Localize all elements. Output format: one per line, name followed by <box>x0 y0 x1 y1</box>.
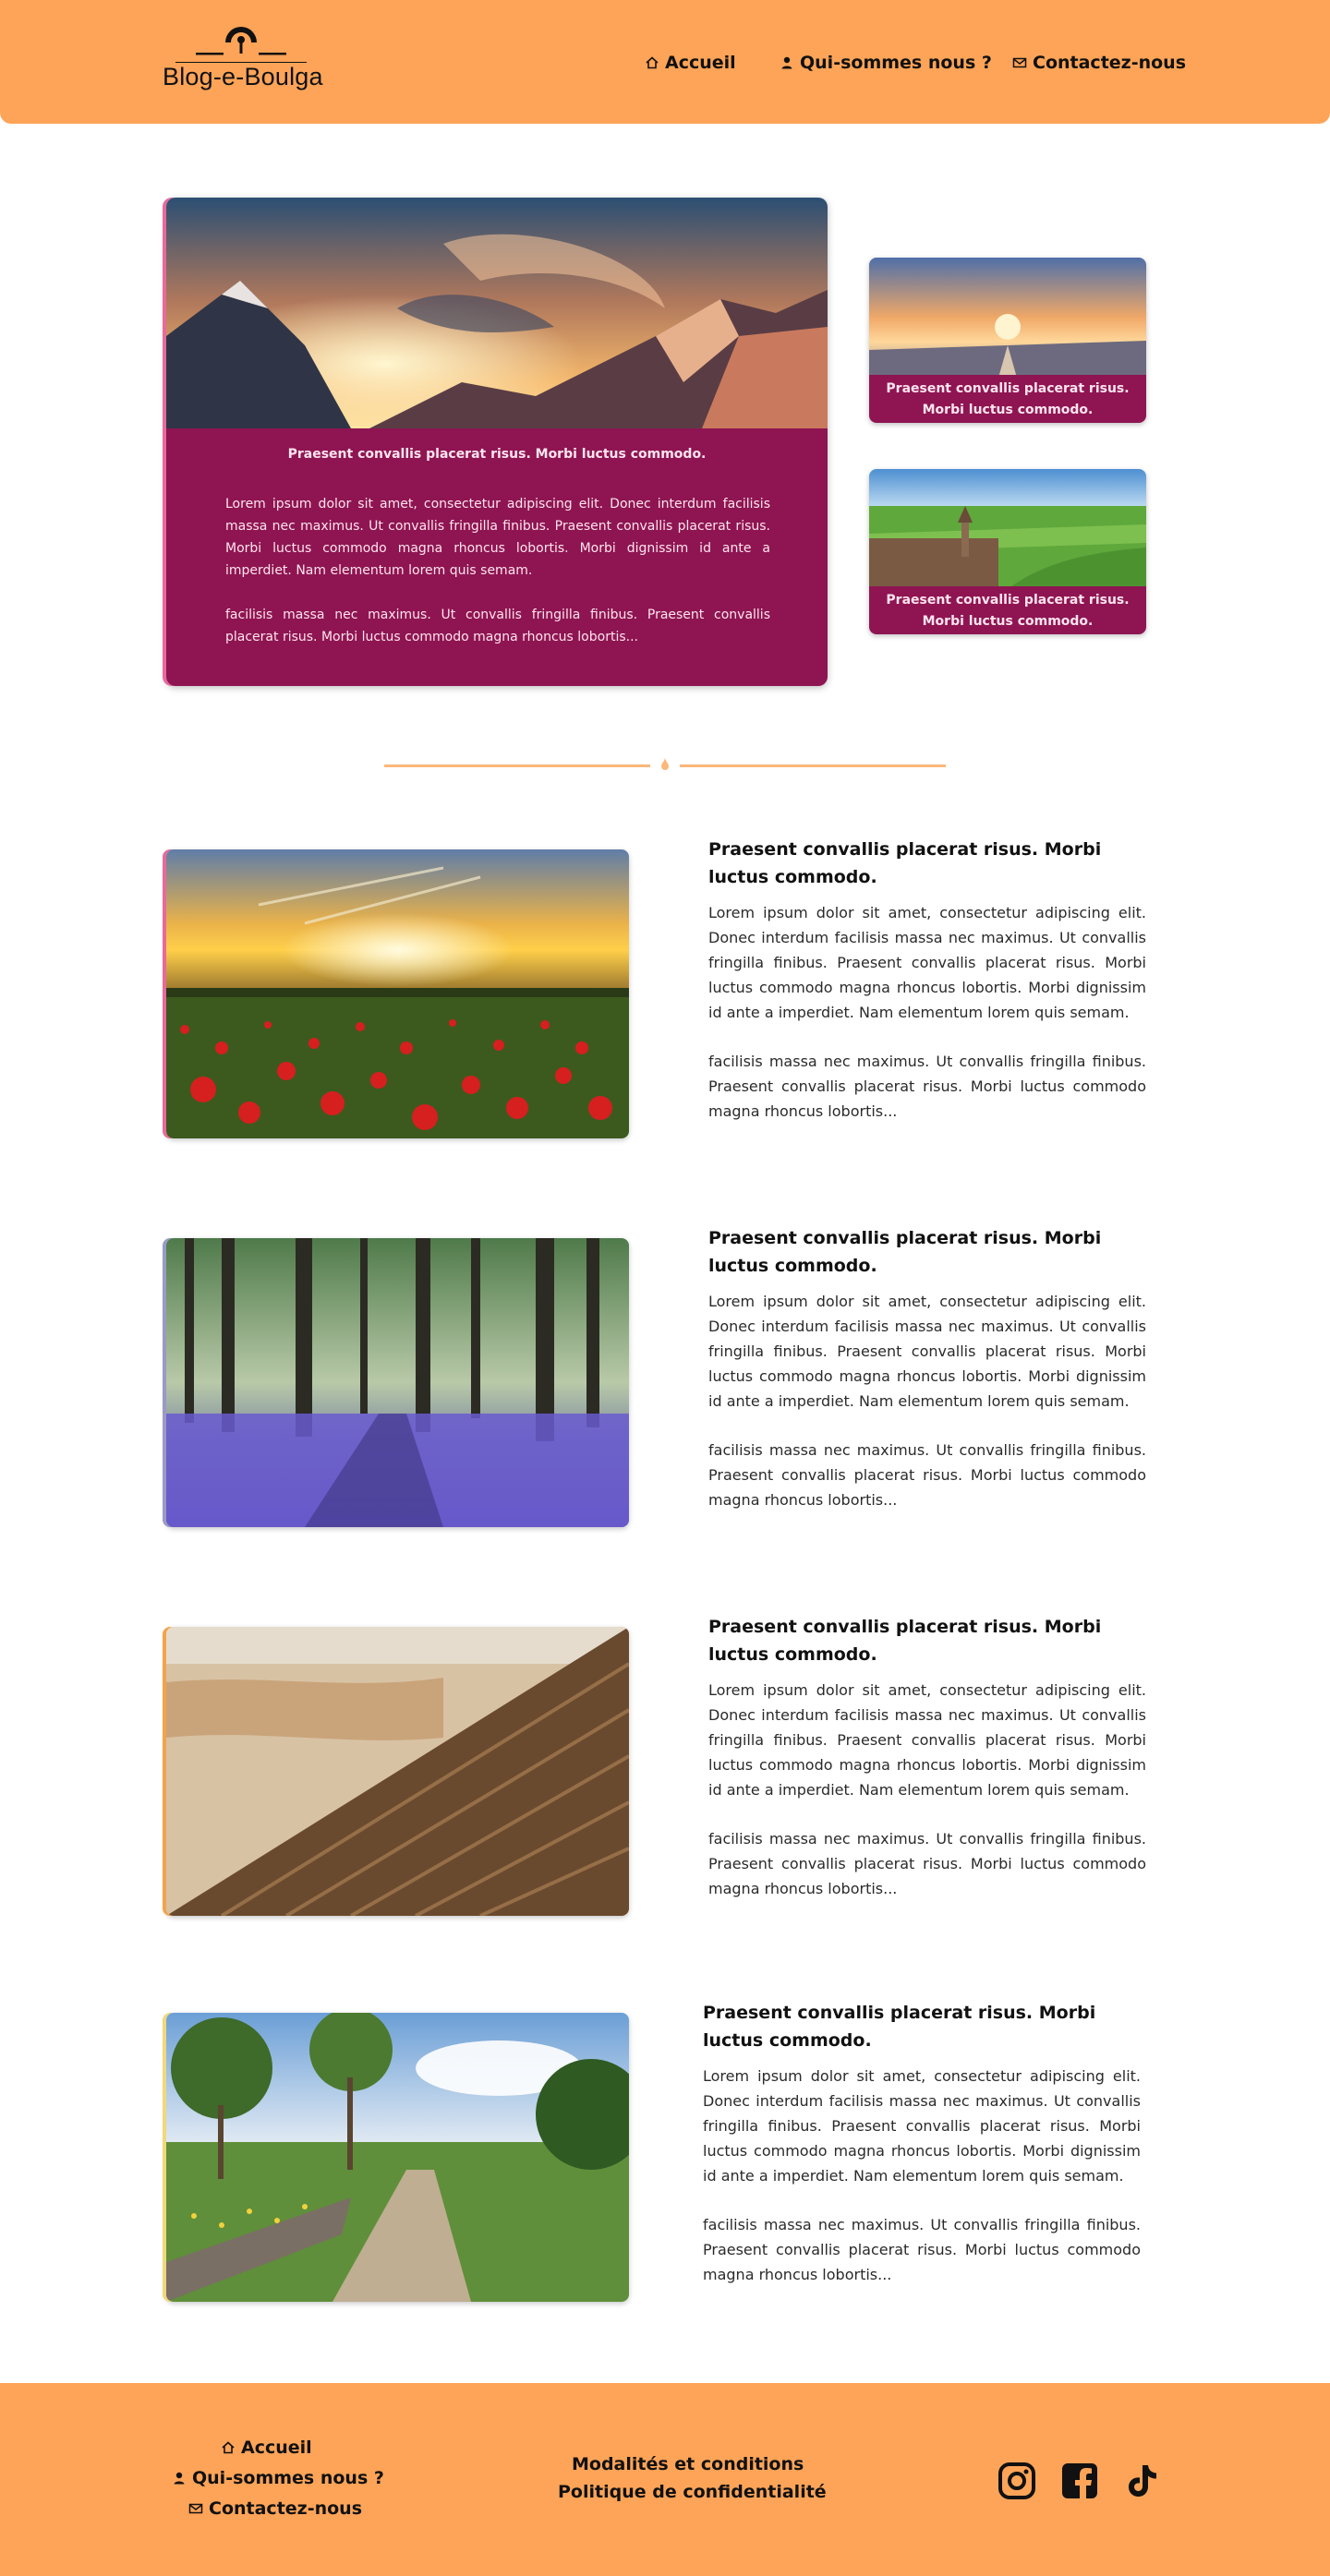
article-4-title[interactable]: Praesent convallis placerat risus. Morbi… <box>703 1999 1141 2054</box>
article-3-paragraph-1: Lorem ipsum dolor sit amet, consectetur … <box>708 1681 1146 1799</box>
instagram-icon[interactable] <box>998 2462 1036 2500</box>
home-icon <box>222 2441 235 2454</box>
side-card-2[interactable]: Praesent convallis placerat risus. Morbi… <box>869 469 1146 634</box>
side-card-2-caption: Praesent convallis placerat risus. Morbi… <box>869 586 1146 634</box>
nav-accueil-label: Accueil <box>665 53 736 73</box>
facebook-icon[interactable] <box>1060 2462 1099 2500</box>
logo-umbrella-icon <box>175 27 307 63</box>
footer-link-accueil-label: Accueil <box>241 2438 312 2458</box>
nav-contactez-nous[interactable]: Contactez-nous <box>1012 53 1186 73</box>
article-1-image[interactable] <box>166 849 629 1138</box>
footer-link-qui-sommes-nous-label: Qui-sommes nous ? <box>192 2468 384 2488</box>
nav-qui-sommes-nous-label: Qui-sommes nous ? <box>800 53 992 73</box>
mail-icon <box>1012 57 1027 68</box>
article-4-paragraph-1: Lorem ipsum dolor sit amet, consectetur … <box>703 2067 1141 2185</box>
footer-link-privacy[interactable]: Politique de confidentialité <box>558 2482 827 2502</box>
tiktok-icon[interactable] <box>1122 2462 1161 2500</box>
article-3-title[interactable]: Praesent convallis placerat risus. Morbi… <box>708 1613 1146 1668</box>
article-4-image[interactable] <box>166 2013 629 2302</box>
hero-paragraph-2: facilisis massa nec maximus. Ut convalli… <box>225 608 770 644</box>
nav-qui-sommes-nous[interactable]: Qui-sommes nous ? <box>780 53 992 73</box>
footer-link-terms[interactable]: Modalités et conditions <box>572 2454 804 2474</box>
footer-link-terms-label: Modalités et conditions <box>572 2454 804 2474</box>
user-icon <box>174 2472 185 2485</box>
footer-link-contactez-nous[interactable]: Contactez-nous <box>188 2498 362 2519</box>
article-3-image[interactable] <box>166 1627 629 1916</box>
site-logo[interactable]: Blog-e-Boulga <box>163 22 323 98</box>
bluebell-forest-image <box>166 1238 629 1527</box>
side-card-1[interactable]: Praesent convallis placerat risus. Morbi… <box>869 258 1146 423</box>
featured-article[interactable]: Praesent convallis placerat risus. Morbi… <box>166 198 828 686</box>
hero-paragraph-1: Lorem ipsum dolor sit amet, consectetur … <box>225 497 770 578</box>
article-2-paragraph-2: facilisis massa nec maximus. Ut convalli… <box>708 1441 1146 1509</box>
hero-title: Praesent convallis placerat risus. Morbi… <box>287 447 707 462</box>
article-1-title[interactable]: Praesent convallis placerat risus. Morbi… <box>708 836 1146 891</box>
side-card-1-caption: Praesent convallis placerat risus. Morbi… <box>869 375 1146 423</box>
article-2-title[interactable]: Praesent convallis placerat risus. Morbi… <box>708 1224 1146 1280</box>
home-icon <box>646 56 659 69</box>
section-divider-right <box>680 764 946 767</box>
nav-contactez-nous-label: Contactez-nous <box>1033 53 1187 73</box>
footer-link-accueil[interactable]: Accueil <box>221 2438 312 2458</box>
article-2-paragraph-1: Lorem ipsum dolor sit amet, consectetur … <box>708 1293 1146 1410</box>
divider-drop-icon <box>661 758 669 770</box>
article-2-image[interactable] <box>166 1238 629 1527</box>
poppy-field-sunset-image <box>166 849 629 1138</box>
logo-text: Blog-e-Boulga <box>163 63 323 90</box>
hero-mountain-sunset-image <box>166 198 828 428</box>
countryside-path-image <box>166 2013 629 2302</box>
article-3-paragraph-2: facilisis massa nec maximus. Ut convalli… <box>708 1830 1146 1897</box>
mail-icon <box>188 2503 203 2514</box>
footer-link-privacy-label: Politique de confidentialité <box>558 2482 827 2502</box>
article-1-paragraph-2: facilisis massa nec maximus. Ut convalli… <box>708 1053 1146 1120</box>
nav-accueil[interactable]: Accueil <box>645 53 736 73</box>
site-header: Blog-e-Boulga Accueil Qui-sommes nous ? … <box>0 0 1330 124</box>
user-icon <box>781 56 792 69</box>
footer-link-contactez-nous-label: Contactez-nous <box>209 2498 363 2519</box>
section-divider-left <box>384 764 650 767</box>
desert-dunes-image <box>166 1627 629 1916</box>
footer-link-qui-sommes-nous[interactable]: Qui-sommes nous ? <box>172 2468 384 2488</box>
article-1-paragraph-1: Lorem ipsum dolor sit amet, consectetur … <box>708 904 1146 1021</box>
article-4-paragraph-2: facilisis massa nec maximus. Ut convalli… <box>703 2216 1141 2283</box>
